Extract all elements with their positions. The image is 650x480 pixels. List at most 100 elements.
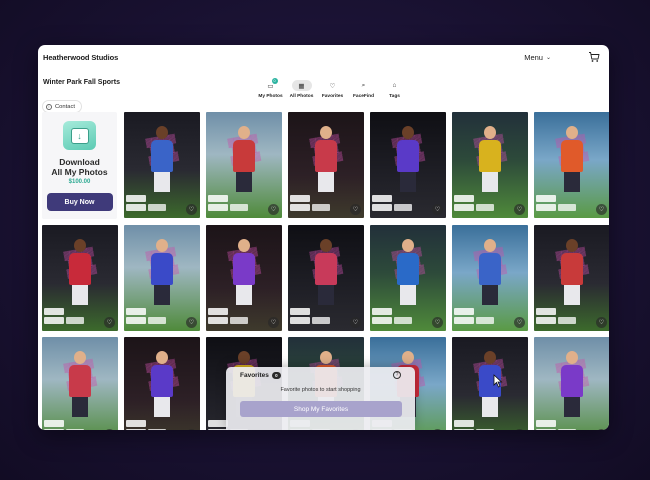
photo-info-label [230, 204, 248, 211]
player-figure-head [320, 126, 332, 139]
photo-thumbnail[interactable]: ▓▓▓▓▓▓▓▓▓▓▓▓▓▓♡ [370, 225, 446, 331]
tab-tags[interactable]: ⌂ Tags [380, 80, 409, 110]
photo-info-label [372, 317, 392, 324]
player-figure-legs [564, 172, 580, 192]
photo-info-label [44, 429, 64, 430]
photo-info-label [208, 429, 228, 430]
photo-thumbnail[interactable]: ▓▓▓▓▓▓▓▓▓▓▓▓▓▓♡ [534, 337, 609, 430]
favorites-header: Favorites 0 [240, 372, 281, 379]
favorite-heart-icon[interactable]: ♡ [104, 429, 115, 430]
photo-thumbnail[interactable]: ▓▓▓▓▓▓▓▓▓▓▓▓▓▓♡ [534, 225, 609, 331]
photo-info-label [290, 195, 310, 202]
photo-info-label [208, 195, 228, 202]
player-figure-body [397, 140, 419, 172]
player-figure-head [238, 239, 250, 252]
tab-favorites[interactable]: ♡ Favorites [318, 80, 347, 110]
player-figure-body [561, 140, 583, 172]
photo-thumbnail[interactable]: ▓▓▓▓▓▓▓▓▓▓▓▓▓▓♡ [42, 337, 118, 430]
brand-name[interactable]: Heatherwood Studios [43, 53, 118, 62]
player-figure-head [484, 351, 496, 364]
photo-thumbnail[interactable]: ▓▓▓▓▓▓▓▓▓▓▓▓▓▓♡ [370, 112, 446, 218]
tab-my-photos[interactable]: ▭ 0 My Photos [256, 78, 285, 110]
player-figure-body [233, 140, 255, 172]
photo-thumbnail[interactable]: ▓▓▓▓▓▓▓▓▓▓▓▓▓▓♡ [288, 225, 364, 331]
tab-label: Favorites [321, 94, 344, 99]
favorite-heart-icon[interactable]: ♡ [514, 204, 525, 215]
favorite-heart-icon[interactable]: ♡ [186, 204, 197, 215]
photo-thumbnail[interactable]: ▓▓▓▓▓▓▓▓▓▓▓▓▓▓♡ [452, 112, 528, 218]
promo-title-line1: Download [59, 157, 100, 167]
favorite-heart-icon[interactable]: ♡ [268, 317, 279, 328]
photo-thumbnail[interactable]: ▓▓▓▓▓▓▓▓▓▓▓▓▓▓♡ [124, 225, 200, 331]
tab-all-photos[interactable]: ▦ All Photos [287, 80, 316, 110]
photo-info-label [558, 317, 576, 324]
player-figure-head [402, 126, 414, 139]
contact-label: Contact [55, 103, 75, 110]
photo-info-label [558, 204, 576, 211]
favorite-heart-icon[interactable]: ♡ [350, 317, 361, 328]
photo-thumbnail[interactable]: ▓▓▓▓▓▓▓▓▓▓▓▓▓▓♡ [452, 337, 528, 430]
photo-info-label [476, 429, 494, 430]
player-figure-legs [564, 397, 580, 417]
player-figure-head [566, 126, 578, 139]
photo-info-label [312, 204, 330, 211]
tab-label: FaceFind [352, 94, 375, 99]
photo-thumbnail[interactable]: ▓▓▓▓▓▓▓▓▓▓▓▓▓▓♡ [206, 112, 282, 218]
shop-my-favorites-button[interactable]: Shop My Favorites [240, 401, 402, 417]
favorite-heart-icon[interactable]: ♡ [596, 429, 607, 430]
favorite-heart-icon[interactable]: ♡ [104, 317, 115, 328]
favorite-heart-icon[interactable]: ♡ [596, 317, 607, 328]
player-figure-head [320, 239, 332, 252]
photo-thumbnail[interactable]: ▓▓▓▓▓▓▓▓▓▓▓▓▓▓♡ [124, 112, 200, 218]
favorite-heart-icon[interactable]: ♡ [350, 204, 361, 215]
player-figure-legs [154, 285, 170, 305]
favorites-subtitle: Favorite photos to start shopping [280, 387, 361, 393]
player-figure-body [151, 365, 173, 397]
tab-label: My Photos [258, 94, 283, 99]
menu-button[interactable]: Menu ⌄ [524, 53, 551, 62]
player-figure-legs [318, 172, 334, 192]
photo-info-label [536, 429, 556, 430]
photo-info-label [148, 204, 166, 211]
buy-now-button[interactable]: Buy Now [46, 193, 113, 211]
promo-price: $100.00 [68, 179, 91, 185]
download-all-promo: ↓ Download All My Photos $100.00 Buy Now [42, 112, 117, 219]
gallery-title: Winter Park Fall Sports [43, 79, 120, 86]
player-figure-legs [400, 172, 416, 192]
info-icon: i [46, 103, 52, 110]
photo-info-label [476, 204, 494, 211]
favorite-heart-icon[interactable]: ♡ [432, 204, 443, 215]
player-figure-body [151, 253, 173, 285]
player-figure-body [479, 253, 501, 285]
photo-info-label [126, 429, 146, 430]
photo-thumbnail[interactable]: ▓▓▓▓▓▓▓▓▓▓▓▓▓▓♡ [124, 337, 200, 430]
favorite-heart-icon[interactable]: ♡ [432, 429, 443, 430]
photo-thumbnail[interactable]: ▓▓▓▓▓▓▓▓▓▓▓▓▓▓♡ [288, 112, 364, 218]
favorite-heart-icon[interactable]: ♡ [596, 204, 607, 215]
player-figure-head [402, 351, 414, 364]
top-bar: Heatherwood Studios Menu ⌄ [38, 45, 609, 72]
favorites-panel: Favorites 0 ? Favorite photos to start s… [226, 367, 415, 430]
photo-info-label [126, 308, 146, 315]
help-icon[interactable]: ? [393, 371, 401, 379]
photo-info-label [148, 317, 166, 324]
photo-thumbnail[interactable]: ▓▓▓▓▓▓▓▓▓▓▓▓▓▓♡ [42, 225, 118, 331]
favorites-count: 0 [271, 372, 281, 379]
favorite-heart-icon[interactable]: ♡ [186, 429, 197, 430]
tag-icon: ⌂ [392, 82, 397, 89]
tab-facefind[interactable]: ⌕ FaceFind [349, 80, 378, 110]
favorite-heart-icon[interactable]: ♡ [514, 317, 525, 328]
photo-thumbnail[interactable]: ▓▓▓▓▓▓▓▓▓▓▓▓▓▓♡ [206, 225, 282, 331]
photo-thumbnail[interactable]: ▓▓▓▓▓▓▓▓▓▓▓▓▓▓♡ [534, 112, 609, 218]
player-figure-legs [482, 397, 498, 417]
favorite-heart-icon[interactable]: ♡ [186, 317, 197, 328]
favorite-heart-icon[interactable]: ♡ [268, 204, 279, 215]
favorite-heart-icon[interactable]: ♡ [514, 429, 525, 430]
cart-icon[interactable] [588, 51, 600, 63]
player-figure-head [484, 126, 496, 139]
favorite-heart-icon[interactable]: ♡ [432, 317, 443, 328]
photo-info-label [558, 429, 576, 430]
photo-thumbnail[interactable]: ▓▓▓▓▓▓▓▓▓▓▓▓▓▓♡ [452, 225, 528, 331]
photo-info-label [126, 317, 146, 324]
player-figure-head [238, 351, 250, 364]
